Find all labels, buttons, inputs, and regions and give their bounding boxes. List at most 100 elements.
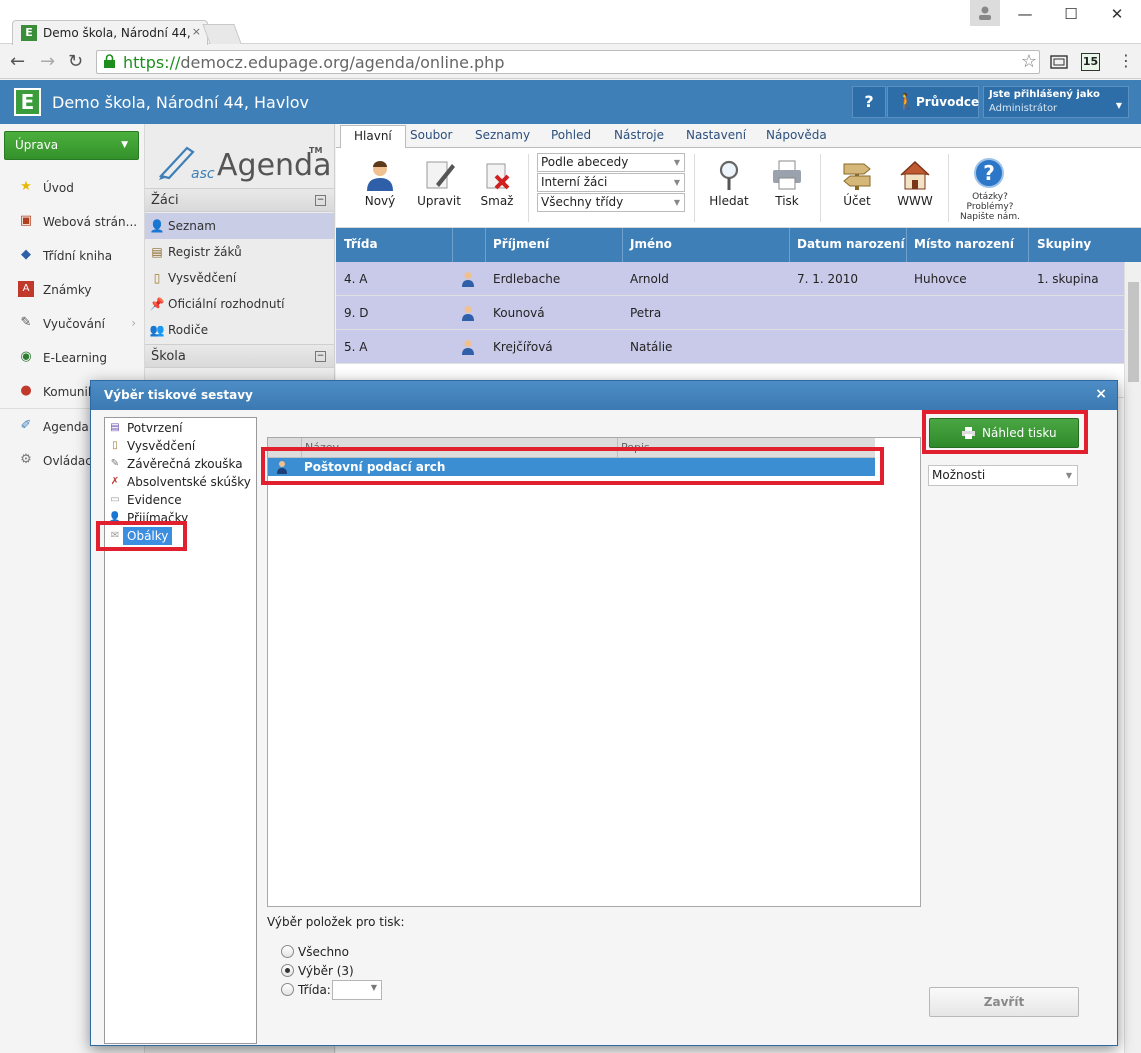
- section-school[interactable]: Škola −: [145, 344, 334, 368]
- user-profile-icon[interactable]: [970, 0, 1000, 26]
- window-close-button[interactable]: ✕: [1094, 2, 1140, 26]
- mid-item-report-card[interactable]: ▯ Vysvědčení: [145, 265, 334, 291]
- category-label: Závěrečná zkouška: [127, 457, 243, 471]
- reload-icon[interactable]: ↻: [68, 51, 83, 72]
- nav-item-elearning[interactable]: ◉ E-Learning: [0, 341, 144, 375]
- tab-settings[interactable]: Nastavení: [686, 128, 746, 142]
- class-select[interactable]: ▼: [332, 980, 382, 1000]
- options-select[interactable]: Možnosti ▼: [928, 465, 1078, 486]
- tab-view[interactable]: Pohled: [551, 128, 591, 142]
- contact-help-button[interactable]: ? Otázky? Problémy? Napište nám.: [948, 148, 1032, 228]
- category-final-exam[interactable]: ✎ Závěrečná zkouška: [105, 455, 255, 473]
- tab-tools[interactable]: Nástroje: [614, 128, 664, 142]
- report-row-postal-sheet[interactable]: Poštovní podací arch: [268, 458, 875, 476]
- new-button[interactable]: Nový: [356, 148, 404, 228]
- new-tab-button[interactable]: [202, 24, 242, 44]
- nav-item-home[interactable]: ★ Úvod: [0, 171, 144, 205]
- edupage-logo[interactable]: E: [14, 88, 41, 116]
- class-filter-select[interactable]: Všechny třídy ▼: [537, 193, 685, 212]
- column-divider: [789, 228, 790, 262]
- radio-button[interactable]: [281, 945, 294, 958]
- screen-cast-icon[interactable]: [1050, 54, 1068, 74]
- school-name: Demo škola, Národní 44, Havlov: [52, 93, 310, 112]
- nav-item-label: E-Learning: [43, 351, 108, 365]
- tab-close-icon[interactable]: ×: [192, 25, 201, 38]
- col-groups[interactable]: Skupiny: [1037, 237, 1091, 251]
- radio-button-checked[interactable]: [281, 964, 294, 977]
- mid-item-parents[interactable]: 👥 Rodiče: [145, 317, 334, 343]
- table-row[interactable]: 5. A Krejčířová Natálie: [336, 330, 1124, 364]
- forward-arrow-icon[interactable]: →: [40, 51, 55, 72]
- collapse-icon[interactable]: −: [315, 351, 326, 362]
- col-report-name[interactable]: Název: [305, 441, 339, 454]
- col-class[interactable]: Třída: [344, 237, 378, 251]
- cell-class: 4. A: [344, 272, 368, 286]
- section-students[interactable]: Žáci −: [145, 188, 334, 212]
- collapse-icon[interactable]: −: [315, 195, 326, 206]
- nav-item-website[interactable]: ▣ Webová strán...: [0, 205, 144, 239]
- chevron-down-icon: ▼: [673, 178, 680, 187]
- help-button[interactable]: ?: [852, 86, 886, 118]
- gear-icon: ⚙: [20, 452, 32, 467]
- mid-item-list[interactable]: 👤 Seznam: [145, 213, 334, 239]
- new-person-icon: [367, 161, 393, 191]
- tab-lists[interactable]: Seznamy: [475, 128, 530, 142]
- back-arrow-icon[interactable]: ←: [10, 51, 25, 72]
- find-button[interactable]: Hledat: [702, 148, 756, 228]
- col-dob[interactable]: Datum narození: [797, 237, 905, 251]
- print-button[interactable]: Tisk: [764, 148, 810, 228]
- tab-main[interactable]: Hlavní: [340, 125, 406, 149]
- dialog-close-icon[interactable]: ×: [1095, 386, 1107, 402]
- maximize-button[interactable]: ☐: [1048, 2, 1094, 26]
- category-report-card[interactable]: ▯ Vysvědčení: [105, 437, 255, 455]
- category-confirmation[interactable]: ▤ Potvrzení: [105, 419, 255, 437]
- mid-item-official-decision[interactable]: 📌 Oficiální rozhodnutí: [145, 291, 334, 317]
- student-type-select[interactable]: Interní žáci ▼: [537, 173, 685, 192]
- category-admissions[interactable]: 👤 Přijímačky: [105, 509, 255, 527]
- category-label: Absolventské skúšky: [127, 475, 251, 489]
- table-row[interactable]: 4. A Erdlebache Arnold 7. 1. 2010 Huhovc…: [336, 262, 1124, 296]
- calendar-extension-icon[interactable]: 15: [1081, 53, 1100, 71]
- url-input[interactable]: https://democz.edupage.org/agenda/online…: [96, 50, 1040, 74]
- sort-select[interactable]: Podle abecedy ▼: [537, 153, 685, 172]
- category-graduate-exams[interactable]: ✗ Absolventské skúšky: [105, 473, 255, 491]
- account-button[interactable]: Účet: [830, 148, 884, 228]
- column-divider: [485, 228, 486, 262]
- grid-scrollbar[interactable]: [1124, 262, 1141, 1053]
- browser-menu-icon[interactable]: ⋮: [1118, 51, 1134, 70]
- radio-label: Třída:: [298, 983, 331, 997]
- radio-button[interactable]: [281, 983, 294, 996]
- minimize-button[interactable]: —: [1002, 2, 1048, 26]
- communication-icon: ●: [20, 383, 32, 398]
- nav-item-grades[interactable]: A Známky: [0, 273, 144, 307]
- cell-pob: Huhovce: [914, 272, 967, 286]
- col-surname[interactable]: Příjmení: [493, 237, 549, 251]
- mid-item-label: Registr žáků: [168, 245, 242, 259]
- tab-help[interactable]: Nápověda: [766, 128, 827, 142]
- edit-menu-button[interactable]: Úprava ▼: [4, 131, 139, 160]
- close-dialog-button[interactable]: Zavřít: [929, 987, 1079, 1017]
- browser-tab[interactable]: E Demo škola, Národní 44, H ×: [12, 20, 208, 45]
- category-envelopes[interactable]: ✉ Obálky: [105, 527, 255, 545]
- nav-item-teaching[interactable]: ✎ Vyučování ›: [0, 307, 144, 341]
- col-pob[interactable]: Místo narození: [914, 237, 1014, 251]
- table-row[interactable]: 9. D Kounová Petra: [336, 296, 1124, 330]
- col-name[interactable]: Jméno: [630, 237, 672, 251]
- guide-button[interactable]: 🚶 Průvodce: [887, 86, 979, 118]
- ribbon-divider: [528, 154, 529, 222]
- tab-file[interactable]: Soubor: [410, 128, 452, 142]
- edit-button[interactable]: Upravit: [412, 148, 466, 228]
- nav-item-class-book[interactable]: ◆ Třídní kniha: [0, 239, 144, 273]
- delete-button[interactable]: Smaž: [474, 148, 520, 228]
- category-evidence[interactable]: ▭ Evidence: [105, 491, 255, 509]
- scrollbar-thumb[interactable]: [1128, 282, 1139, 382]
- guide-label: Průvodce: [916, 95, 980, 109]
- user-menu[interactable]: Jste přihlášený jako Administrátor ▼: [983, 86, 1129, 118]
- bookmark-star-icon[interactable]: ☆: [1021, 51, 1037, 72]
- www-button[interactable]: WWW: [890, 148, 940, 228]
- ribbon-divider: [694, 154, 695, 222]
- col-report-desc[interactable]: Popis: [621, 441, 650, 454]
- mid-item-register[interactable]: ▤ Registr žáků: [145, 239, 334, 265]
- print-preview-button[interactable]: Náhled tisku: [929, 418, 1079, 448]
- website-icon: ▣: [19, 213, 33, 228]
